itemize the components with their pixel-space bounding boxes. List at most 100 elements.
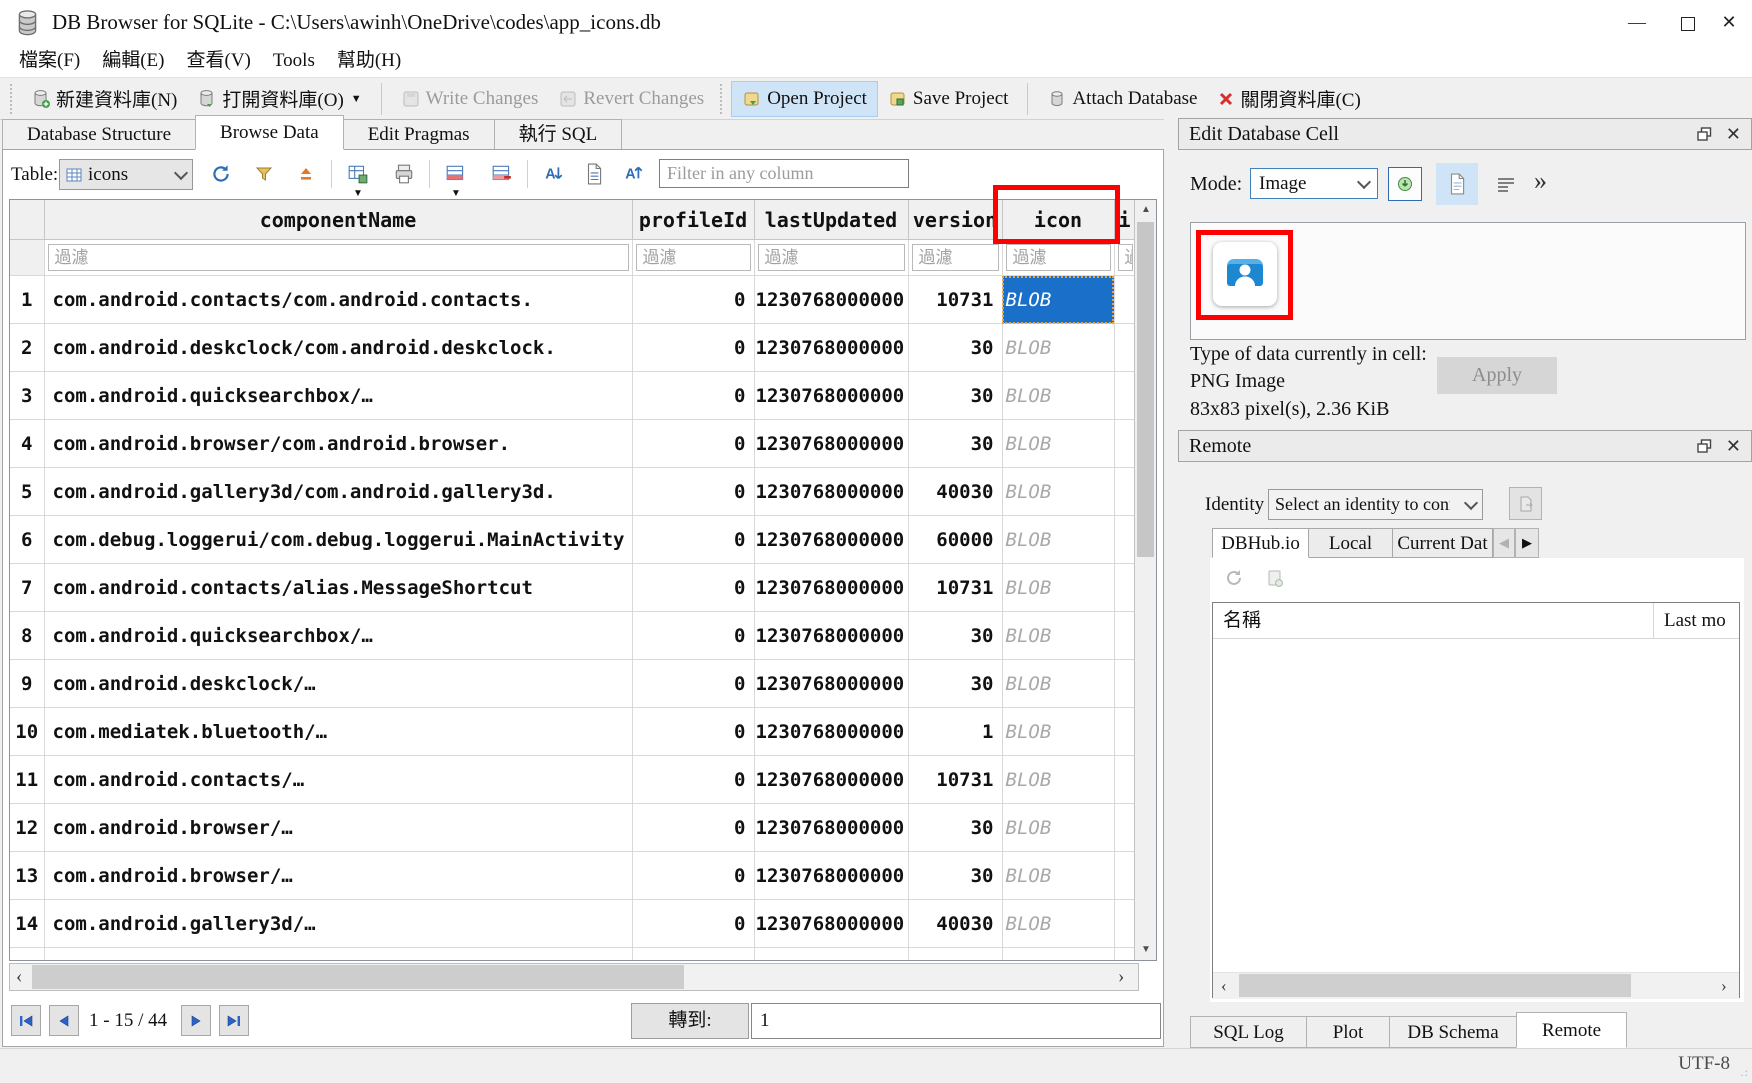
format-button[interactable] bbox=[579, 159, 609, 189]
cell-version[interactable]: 10731 bbox=[908, 948, 1002, 962]
cell-lastUpdated[interactable]: 1230768000000 bbox=[754, 372, 908, 420]
cell-icon-blob[interactable]: BLOB bbox=[1002, 468, 1114, 516]
row-number[interactable]: 9 bbox=[10, 660, 44, 708]
cell-extra[interactable] bbox=[1114, 756, 1136, 804]
remote-list-hscrollbar[interactable]: ‹ › bbox=[1213, 972, 1739, 999]
cell-profileId[interactable]: 0 bbox=[632, 756, 754, 804]
cell-version[interactable]: 30 bbox=[908, 804, 1002, 852]
filter-input-i[interactable]: 過濾 bbox=[1118, 244, 1133, 271]
row-number[interactable]: 3 bbox=[10, 372, 44, 420]
encoding-indicator[interactable]: UTF-8 bbox=[1678, 1053, 1730, 1075]
cell-componentName[interactable]: com.android.contacts/com.android.contact… bbox=[44, 276, 632, 324]
vertical-scroll-thumb[interactable] bbox=[1137, 222, 1154, 557]
cell-lastUpdated[interactable]: 1230768000000 bbox=[754, 948, 908, 962]
close-panel-icon[interactable]: ✕ bbox=[1726, 124, 1741, 145]
scroll-right-icon[interactable]: › bbox=[1721, 974, 1727, 997]
cell-lastUpdated[interactable]: 1230768000000 bbox=[754, 852, 908, 900]
column-header-componentName[interactable]: componentName bbox=[44, 200, 632, 240]
cell-componentName[interactable]: com.android.gallery3d/com.android.galler… bbox=[44, 468, 632, 516]
table-select-combo[interactable]: icons bbox=[59, 159, 193, 190]
identity-combo[interactable]: Select an identity to conne bbox=[1268, 489, 1483, 520]
cell-icon-blob[interactable]: BLOB bbox=[1002, 852, 1114, 900]
cell-version[interactable]: 40030 bbox=[908, 900, 1002, 948]
clear-filter-button[interactable] bbox=[249, 159, 279, 189]
tab-edit-pragmas[interactable]: Edit Pragmas bbox=[343, 119, 495, 150]
cell-componentName[interactable]: com.android.contacts/alias.MessageShortc… bbox=[44, 564, 632, 612]
cell-extra[interactable] bbox=[1114, 324, 1136, 372]
remote-scroll-thumb[interactable] bbox=[1239, 974, 1631, 997]
cell-icon-blob[interactable]: BLOB bbox=[1002, 276, 1114, 324]
cell-icon-blob[interactable]: BLOB bbox=[1002, 804, 1114, 852]
last-record-button[interactable] bbox=[219, 1005, 249, 1036]
print-button[interactable] bbox=[389, 159, 419, 189]
cell-version[interactable]: 30 bbox=[908, 420, 1002, 468]
remote-tab-dbhub[interactable]: DBHub.io bbox=[1212, 528, 1309, 558]
cell-componentName[interactable]: com.android.contacts/… bbox=[44, 948, 632, 962]
cell-version[interactable]: 10731 bbox=[908, 756, 1002, 804]
cell-icon-blob[interactable]: BLOB bbox=[1002, 564, 1114, 612]
remote-list-col-name[interactable]: 名稱 bbox=[1223, 603, 1261, 638]
toolbar-overflow-button[interactable]: » bbox=[1534, 166, 1547, 196]
cell-icon-blob[interactable]: BLOB bbox=[1002, 708, 1114, 756]
horizontal-scroll-thumb[interactable] bbox=[32, 965, 684, 989]
cell-icon-blob[interactable]: BLOB bbox=[1002, 420, 1114, 468]
column-header-i[interactable]: i bbox=[1114, 200, 1136, 240]
cell-lastUpdated[interactable]: 1230768000000 bbox=[754, 612, 908, 660]
cell-lastUpdated[interactable]: 1230768000000 bbox=[754, 660, 908, 708]
row-number[interactable]: 11 bbox=[10, 756, 44, 804]
cell-version[interactable]: 10731 bbox=[908, 276, 1002, 324]
row-number[interactable]: 7 bbox=[10, 564, 44, 612]
delete-record-button[interactable] bbox=[487, 159, 517, 189]
tab-browse-data[interactable]: Browse Data bbox=[195, 115, 344, 150]
cell-lastUpdated[interactable]: 1230768000000 bbox=[754, 516, 908, 564]
save-results-button[interactable]: ▼ bbox=[343, 159, 373, 189]
row-number[interactable]: 2 bbox=[10, 324, 44, 372]
menu-help[interactable]: 幫助(H) bbox=[326, 46, 412, 76]
cell-icon-blob[interactable]: BLOB bbox=[1002, 372, 1114, 420]
row-number[interactable]: 6 bbox=[10, 516, 44, 564]
cell-icon-blob[interactable]: BLOB bbox=[1002, 756, 1114, 804]
horizontal-scrollbar[interactable]: ‹ › bbox=[9, 963, 1139, 991]
cell-lastUpdated[interactable]: 1230768000000 bbox=[754, 324, 908, 372]
write-changes-button[interactable]: Write Changes bbox=[391, 82, 549, 116]
cell-lastUpdated[interactable]: 1230768000000 bbox=[754, 420, 908, 468]
cell-componentName[interactable]: com.mediatek.bluetooth/… bbox=[44, 708, 632, 756]
cell-extra[interactable] bbox=[1114, 852, 1136, 900]
row-number[interactable]: 8 bbox=[10, 612, 44, 660]
cell-lastUpdated[interactable]: 1230768000000 bbox=[754, 708, 908, 756]
float-panel-icon[interactable] bbox=[1697, 439, 1712, 453]
cell-lastUpdated[interactable]: 1230768000000 bbox=[754, 900, 908, 948]
column-header-icon[interactable]: icon bbox=[1002, 200, 1114, 240]
cell-extra[interactable] bbox=[1114, 900, 1136, 948]
clone-database-icon[interactable] bbox=[1266, 568, 1284, 588]
cell-version[interactable]: 30 bbox=[908, 660, 1002, 708]
save-results-dropdown-icon[interactable]: ▼ bbox=[353, 188, 363, 199]
new-record-button[interactable]: ▼ bbox=[441, 159, 471, 189]
filter-input-icon[interactable]: 過濾 bbox=[1006, 244, 1111, 271]
open-database-dropdown-icon[interactable]: ▼ bbox=[351, 93, 362, 105]
cell-profileId[interactable]: 0 bbox=[632, 468, 754, 516]
float-panel-icon[interactable] bbox=[1697, 127, 1712, 141]
refresh-button[interactable] bbox=[206, 159, 236, 189]
cell-version[interactable]: 60000 bbox=[908, 516, 1002, 564]
grid-corner[interactable] bbox=[10, 200, 44, 240]
cell-version[interactable]: 30 bbox=[908, 372, 1002, 420]
cell-componentName[interactable]: com.android.browser/… bbox=[44, 852, 632, 900]
remote-tab-current-database[interactable]: Current Dat bbox=[1392, 528, 1493, 558]
cell-icon-blob[interactable]: BLOB bbox=[1002, 324, 1114, 372]
save-project-button[interactable]: Save Project bbox=[878, 82, 1019, 116]
row-number[interactable]: 14 bbox=[10, 900, 44, 948]
cell-version[interactable]: 1 bbox=[908, 708, 1002, 756]
cell-profileId[interactable]: 0 bbox=[632, 372, 754, 420]
cell-profileId[interactable]: 0 bbox=[632, 420, 754, 468]
tab-database-structure[interactable]: Database Structure bbox=[2, 119, 196, 150]
cell-profileId[interactable]: 0 bbox=[632, 708, 754, 756]
import-data-button[interactable] bbox=[1388, 167, 1422, 201]
next-record-button[interactable] bbox=[181, 1005, 211, 1036]
identity-settings-button[interactable] bbox=[1509, 487, 1542, 520]
row-number[interactable]: 1 bbox=[10, 276, 44, 324]
resize-grip-icon[interactable]: .: bbox=[1741, 1065, 1749, 1080]
tab-scroll-left-icon[interactable]: ◀ bbox=[1493, 528, 1515, 558]
cell-componentName[interactable]: com.android.quicksearchbox/… bbox=[44, 372, 632, 420]
cell-icon-blob[interactable]: BLOB bbox=[1002, 900, 1114, 948]
